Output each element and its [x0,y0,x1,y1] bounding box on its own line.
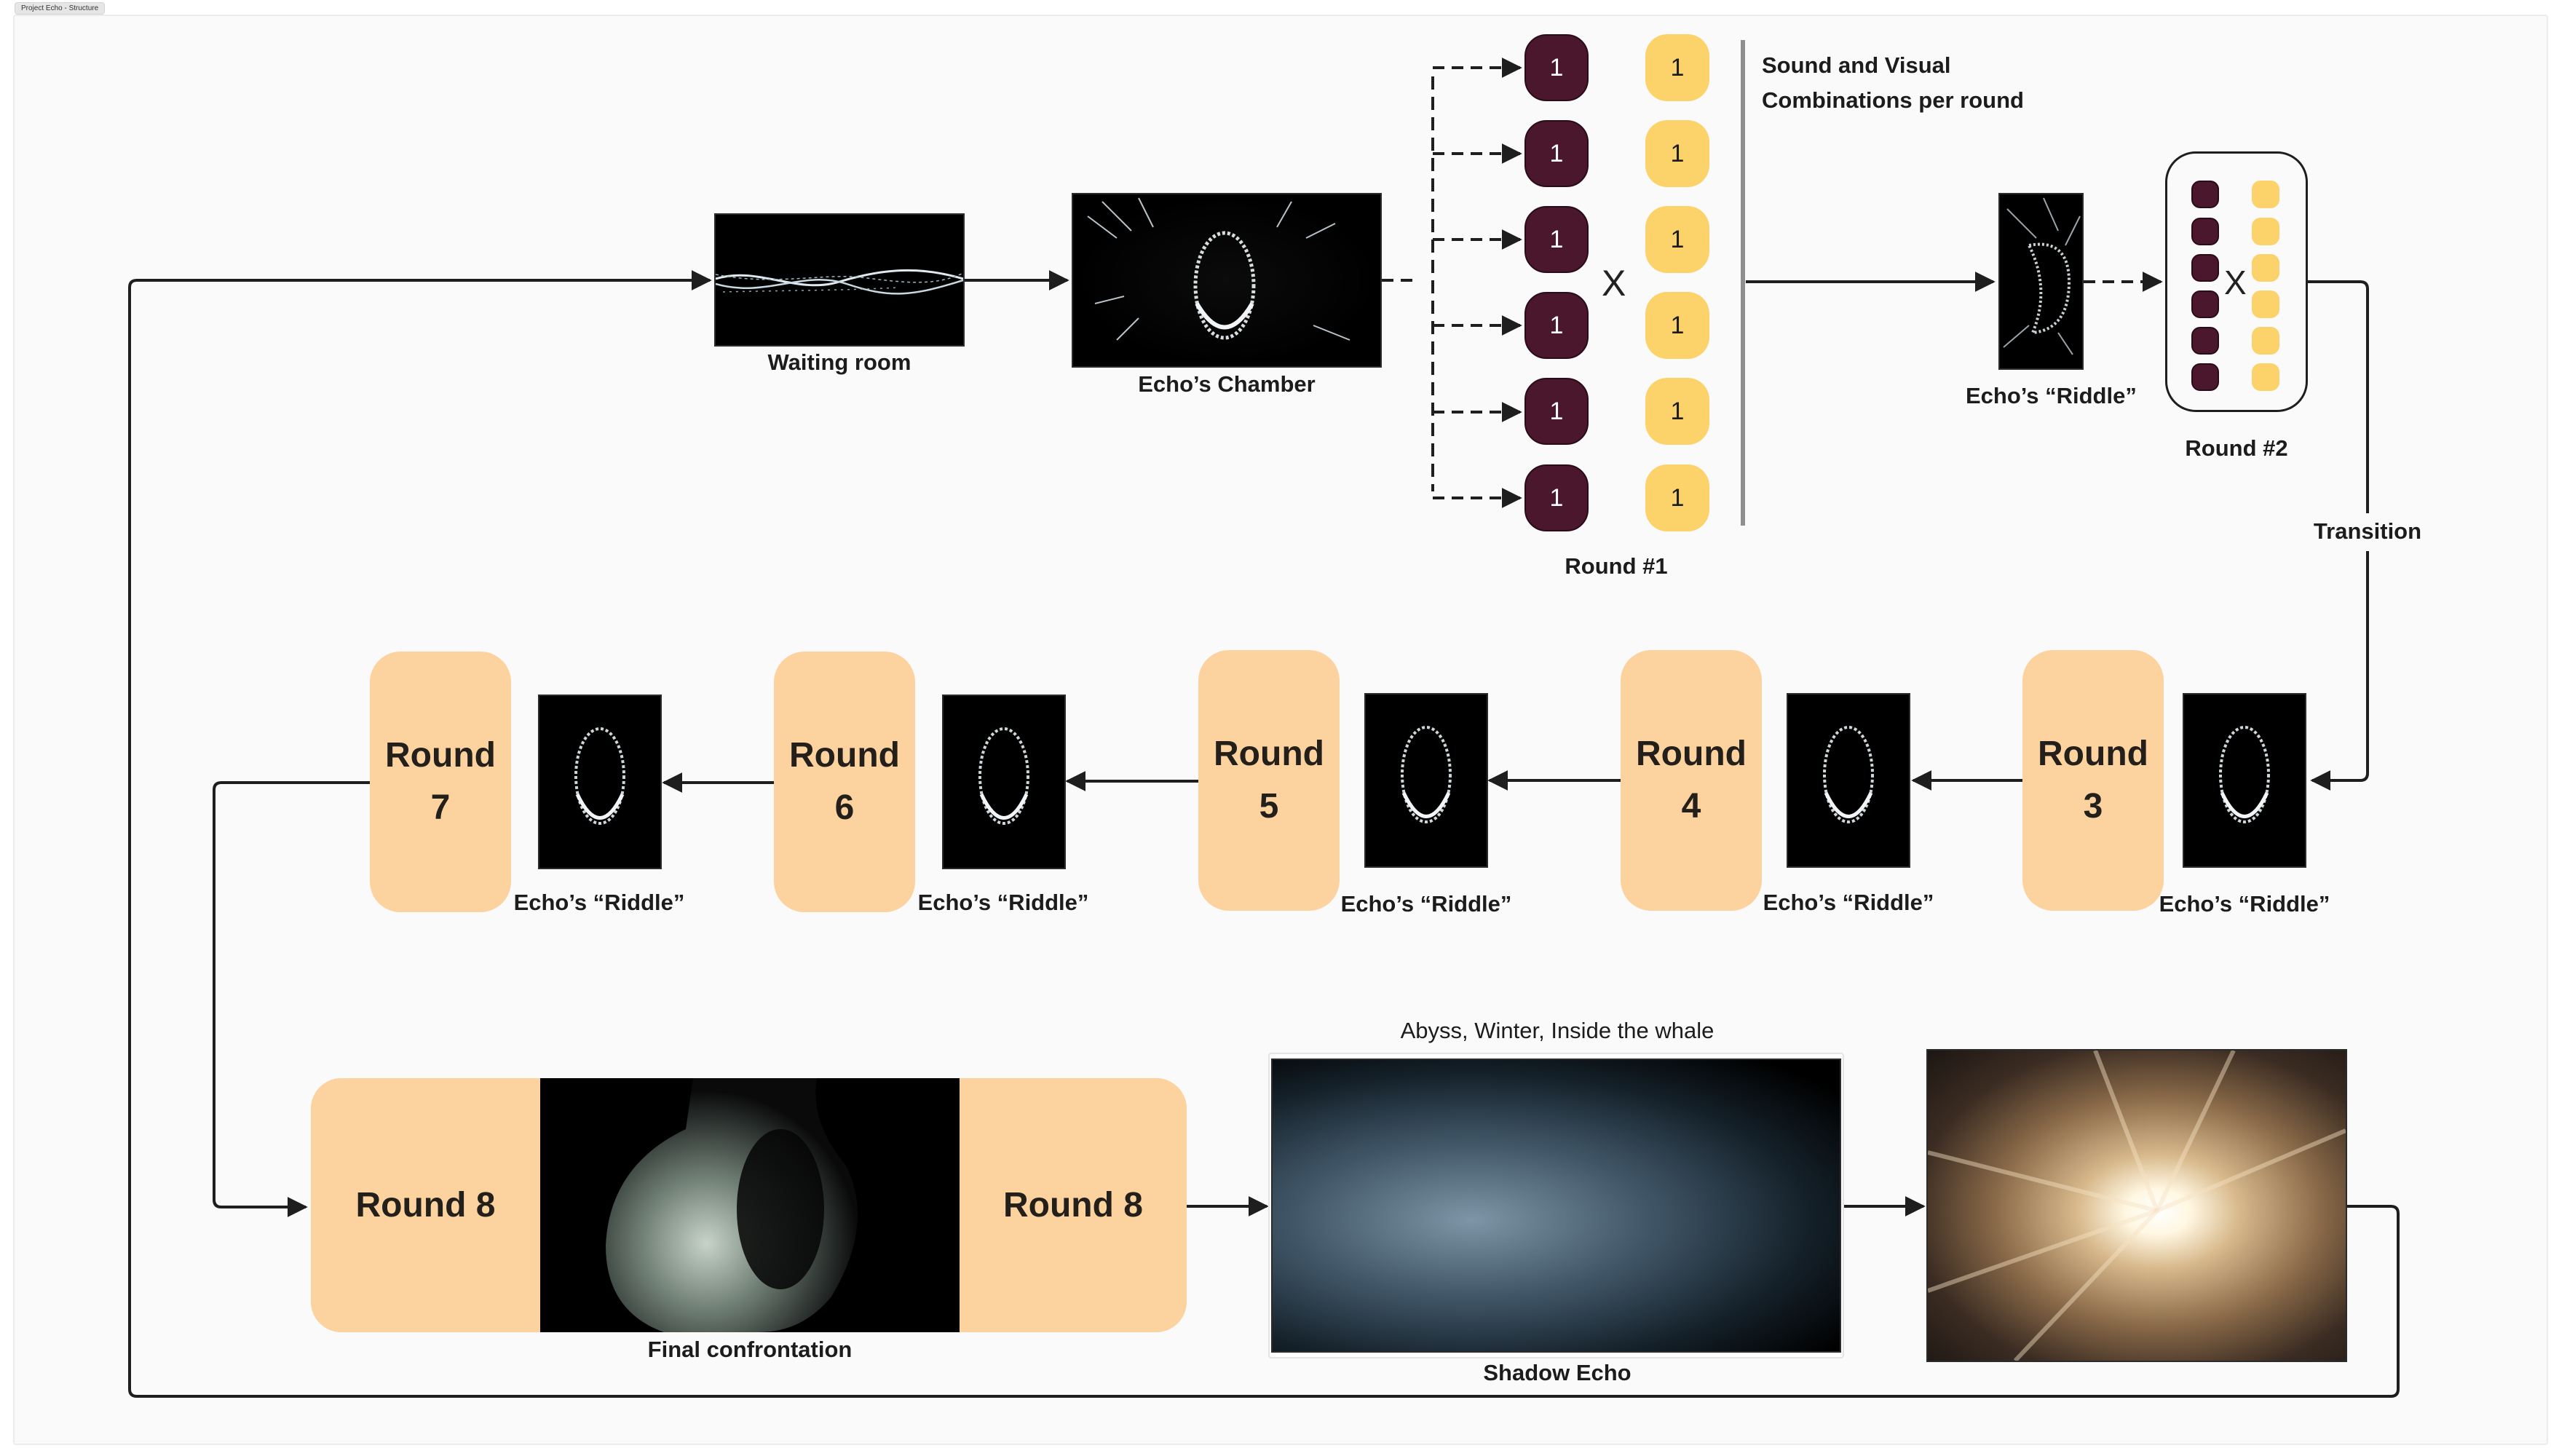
round1-note-line1: Sound and Visual [1762,52,1951,78]
round-6-box[interactable]: Round 6 [774,652,915,912]
sound-pill[interactable]: 1 [1524,292,1589,359]
sound-chip [2191,327,2219,355]
sound-chip [2191,254,2219,282]
round-7-number: 7 [430,788,451,827]
round-7-box[interactable]: Round 7 [370,652,511,912]
round-5-word: Round [1214,735,1324,773]
sound-pill[interactable]: 1 [1524,464,1589,531]
echo-chamber-image[interactable] [1072,193,1382,368]
visual-chip [2252,290,2279,318]
round1-divider [1741,40,1745,526]
round-3-word: Round [2038,735,2148,773]
transition-label: Transition [2313,518,2422,544]
sound-chip [2191,290,2219,318]
round-5-number: 5 [1259,787,1279,826]
riddle-label-round-3: Echo’s “Riddle” [2159,891,2330,917]
riddle-image-round-5[interactable] [1364,693,1488,868]
riddle-label-round-6: Echo’s “Riddle” [917,890,1089,915]
round-3-box[interactable]: Round 3 [2022,650,2164,911]
visual-pill[interactable]: 1 [1645,378,1709,445]
sound-pill[interactable]: 1 [1524,120,1589,187]
round-4-box[interactable]: Round 4 [1621,650,1762,911]
riddle-image-round-6[interactable] [942,695,1066,869]
riddle-image-round-4[interactable] [1787,693,1910,868]
sound-chip [2191,363,2219,391]
echo-face-graphic [2219,726,2270,823]
sound-pill[interactable]: 1 [1524,34,1589,101]
visual-chip [2252,181,2279,208]
round-5-box[interactable]: Round 5 [1198,650,1340,911]
echo-chamber-label: Echo’s Chamber [1138,371,1316,397]
riddle-label-round-4: Echo’s “Riddle” [1763,890,1934,915]
visual-chip [2252,254,2279,282]
riddle-round2-image[interactable] [1998,193,2084,370]
final-confrontation-label: Final confrontation [647,1337,853,1362]
visual-chip [2252,363,2279,391]
round-8-group[interactable]: Round 8 Round 8 [311,1078,1187,1332]
sound-chip [2191,218,2219,245]
round2-label: Round #2 [2185,435,2288,461]
round1-note-line2: Combinations per round [1762,87,2024,113]
round-3-number: 3 [2083,787,2103,826]
round-6-word: Round [789,736,900,775]
round-7-word: Round [385,736,496,775]
light-rays-graphic [1928,1051,2346,1361]
round1-label: Round #1 [1565,553,1668,579]
echo-face-graphic [574,727,625,825]
visual-pill[interactable]: 1 [1645,120,1709,187]
waveform-graphic [716,269,963,295]
visual-chip [2252,218,2279,245]
visual-pill[interactable]: 1 [1645,292,1709,359]
visual-pill[interactable]: 1 [1645,206,1709,273]
round1-operator: X [1602,263,1626,304]
sound-pill[interactable]: 1 [1524,378,1589,445]
round-4-number: 4 [1681,787,1701,826]
shadow-echo-label: Shadow Echo [1483,1360,1632,1385]
riddle-round2-label: Echo’s “Riddle” [1966,383,2137,408]
round2-operator: X [2224,264,2247,301]
echo-profile-graphic [2003,197,2081,355]
echo-face-graphic [978,727,1029,825]
shadow-echo-title: Abyss, Winter, Inside the whale [1400,1018,1714,1043]
riddle-label-round-5: Echo’s “Riddle” [1340,891,1512,917]
riddle-label-round-7: Echo’s “Riddle” [513,890,685,915]
light-burst-image[interactable] [1926,1049,2347,1362]
round-8-right: Round 8 [960,1078,1187,1332]
riddle-image-round-7[interactable] [538,695,662,869]
visual-chip [2252,327,2279,355]
sound-chip [2191,181,2219,208]
sound-pill[interactable]: 1 [1524,206,1589,273]
creature-graphic [606,1078,858,1332]
canvas-tab[interactable]: Project Echo - Structure [15,2,106,15]
echo-face-graphic [1823,726,1874,823]
visual-pill[interactable]: 1 [1645,34,1709,101]
round-8-left: Round 8 [311,1078,540,1332]
echo-face-graphic [1401,726,1452,823]
round-6-number: 6 [834,788,855,827]
final-confrontation-image[interactable] [540,1078,960,1332]
visual-pill[interactable]: 1 [1645,464,1709,531]
round2-box[interactable]: X [2165,151,2308,412]
shadow-echo-frame[interactable] [1268,1053,1844,1358]
round-4-word: Round [1636,735,1747,773]
echo-face-graphic [1087,197,1350,341]
waiting-room-image[interactable] [714,213,965,347]
shadow-echo-image [1271,1059,1841,1353]
riddle-image-round-3[interactable] [2183,693,2306,868]
waiting-room-label: Waiting room [767,349,911,375]
